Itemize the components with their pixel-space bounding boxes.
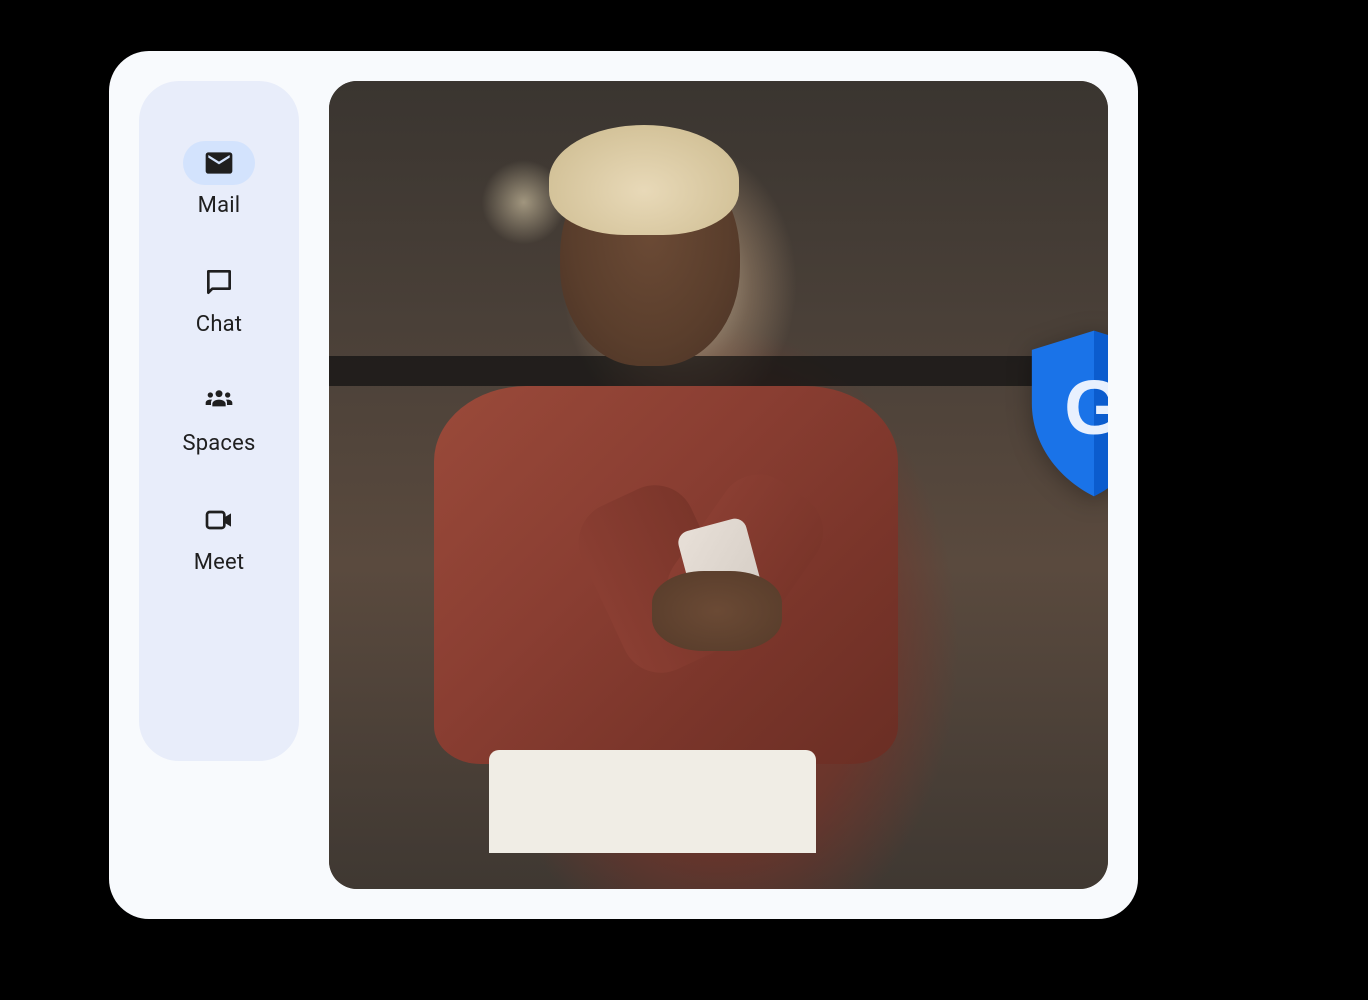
mail-icon-wrapper — [183, 141, 255, 185]
nav-item-spaces[interactable]: Spaces — [182, 379, 255, 456]
meet-icon-wrapper — [183, 498, 255, 542]
photo-person — [407, 146, 952, 833]
nav-label-spaces: Spaces — [182, 431, 255, 456]
chat-icon-wrapper — [183, 260, 255, 304]
hero-photo: G — [329, 81, 1108, 889]
app-sidebar: Mail Chat — [139, 81, 299, 761]
nav-item-chat[interactable]: Chat — [183, 260, 255, 337]
meet-icon — [203, 504, 235, 536]
chat-icon — [203, 266, 235, 298]
nav-label-chat: Chat — [196, 312, 242, 337]
nav-label-mail: Mail — [198, 193, 241, 218]
nav-label-meet: Meet — [194, 550, 245, 575]
spaces-icon — [203, 385, 235, 417]
google-shield-badge: G — [1020, 326, 1108, 501]
nav-item-meet[interactable]: Meet — [183, 498, 255, 575]
app-card: Mail Chat — [109, 51, 1138, 919]
spaces-icon-wrapper — [183, 379, 255, 423]
shield-letter: G — [1064, 365, 1108, 451]
nav-item-mail[interactable]: Mail — [183, 141, 255, 218]
mail-icon — [203, 147, 235, 179]
